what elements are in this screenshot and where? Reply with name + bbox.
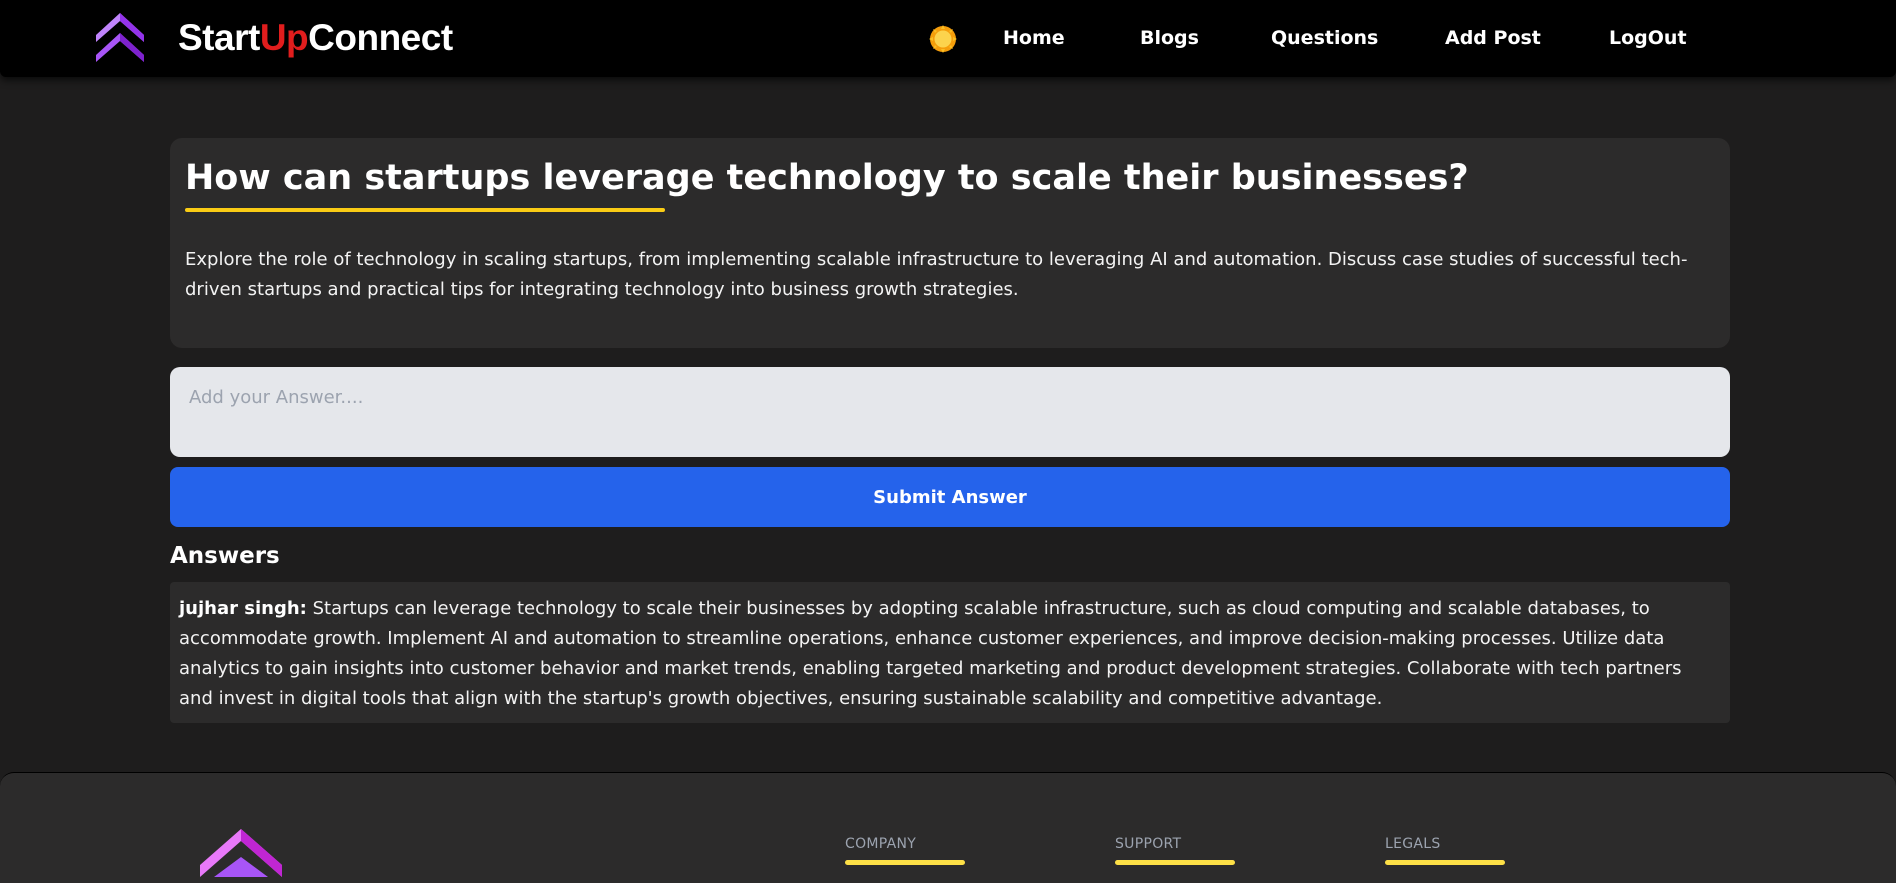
question-card: How can startups leverage technology to … [170,138,1730,348]
nav-home-link[interactable]: Home [1003,25,1065,51]
brand-part-connect: Connect [308,17,453,58]
answer-input[interactable] [170,367,1730,457]
brand-part-start: Start [178,17,260,58]
nav-logout-link[interactable]: LogOut [1609,25,1687,51]
answers-heading: Answers [170,543,280,569]
title-underline [185,208,665,212]
footer-company-title: COMPANY [845,836,917,852]
answer-item: jujhar singh: Startups can leverage tech… [170,582,1730,723]
footer-legals-bar [1385,860,1505,865]
logo-chevrons-icon[interactable] [94,11,146,65]
footer-company-bar [845,860,965,865]
brand-part-up: Up [259,17,309,58]
nav-questions-link[interactable]: Questions [1271,25,1378,51]
footer-support-title: SUPPORT [1115,836,1182,852]
answer-author: jujhar singh: [179,598,307,619]
submit-answer-button[interactable]: Submit Answer [170,467,1730,527]
answer-text: Startups can leverage technology to scal… [179,598,1682,709]
sun-icon[interactable] [928,24,958,54]
footer-logo-icon [200,829,282,877]
footer-legals-title: LEGALS [1385,836,1441,852]
nav-add-post-link[interactable]: Add Post [1445,25,1541,51]
nav-blogs-link[interactable]: Blogs [1140,25,1199,51]
brand-logo-text[interactable]: StartUpConnect [178,14,453,62]
footer-support-bar [1115,860,1235,865]
question-title: How can startups leverage technology to … [185,158,1469,198]
navbar: StartUpConnect Home Blogs Questions Add … [0,0,1896,77]
footer: COMPANY SUPPORT LEGALS [0,772,1896,883]
question-description: Explore the role of technology in scalin… [185,249,1688,300]
